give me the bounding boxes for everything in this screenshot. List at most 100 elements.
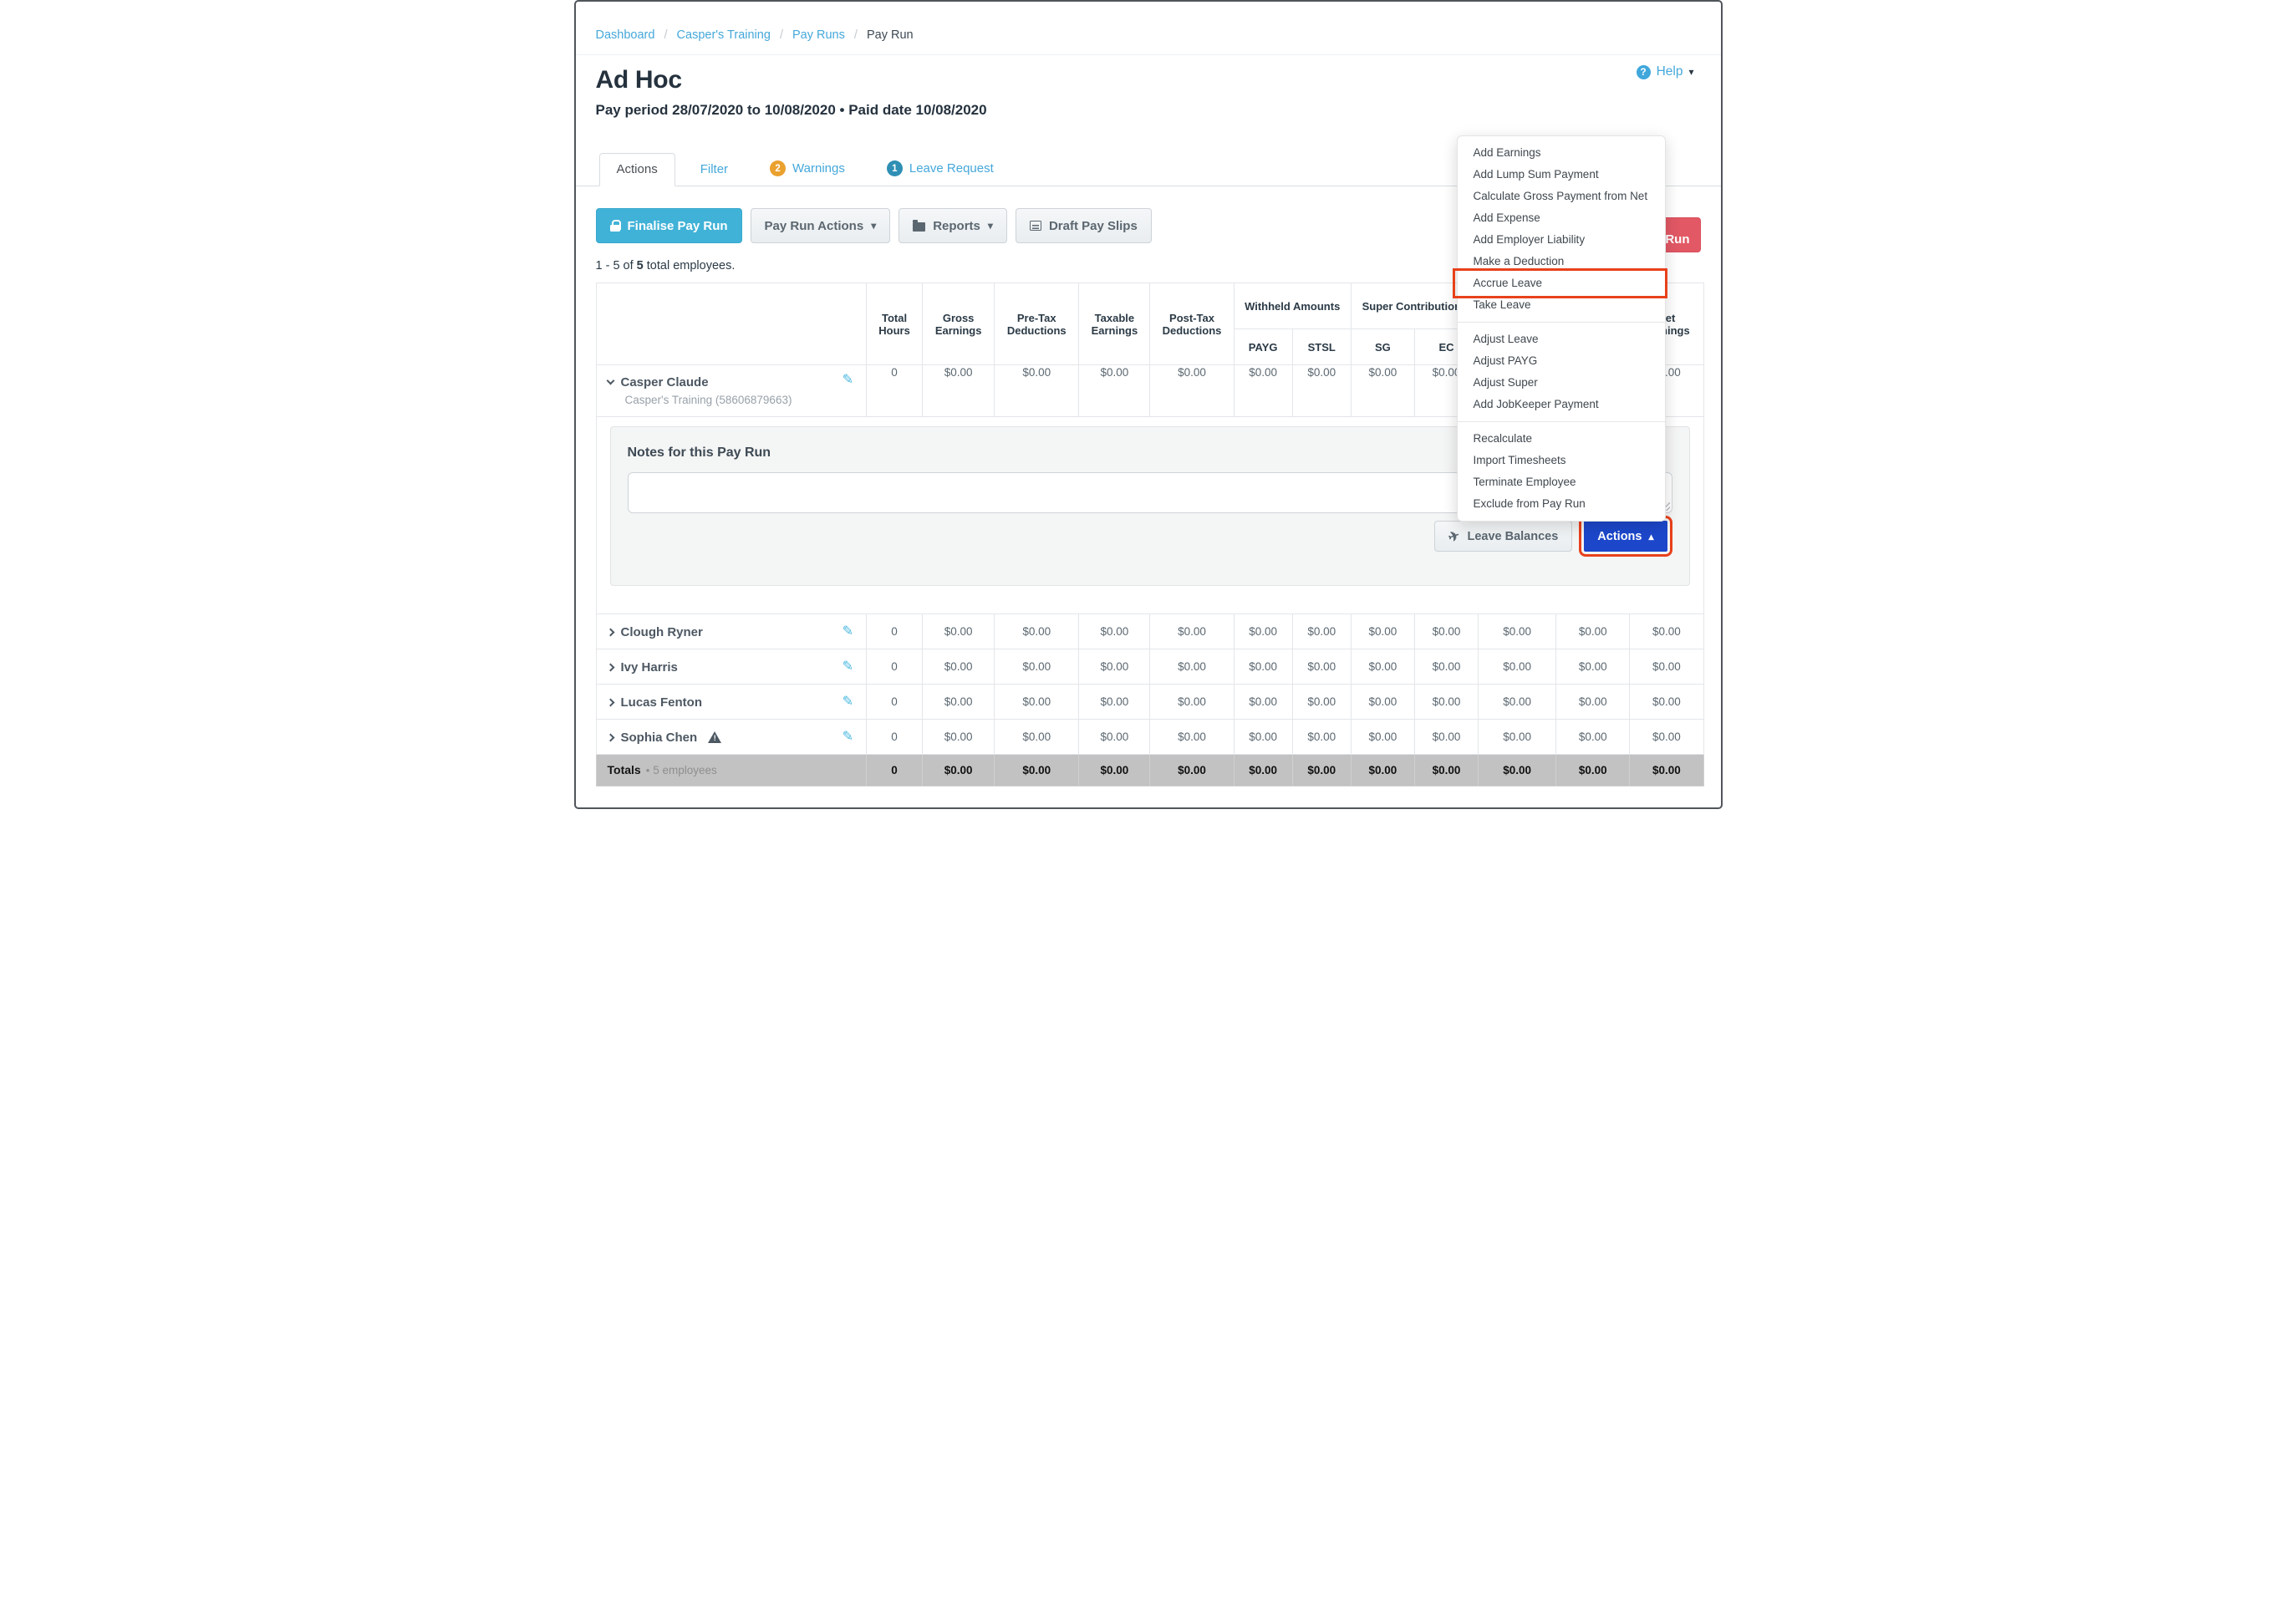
employee-name[interactable]: Ivy Harris — [608, 660, 678, 675]
cell: $0.00 — [1630, 685, 1703, 720]
cell: $0.00 — [1079, 649, 1150, 685]
totals-label: Totals — [608, 763, 641, 776]
cell: $0.00 — [923, 365, 995, 417]
leave-balances-label: Leave Balances — [1467, 530, 1558, 543]
menu-item-recalculate[interactable]: Recalculate — [1458, 428, 1665, 450]
employee-name[interactable]: Lucas Fenton — [608, 695, 703, 710]
lock-icon — [610, 220, 620, 232]
cell: $0.00 — [1234, 685, 1292, 720]
reports-button[interactable]: Reports ▾ — [899, 208, 1007, 243]
help-menu[interactable]: ? Help ▾ — [1637, 64, 1694, 79]
cell: $0.00 — [1351, 614, 1414, 649]
breadcrumb-pay-runs[interactable]: Pay Runs — [792, 28, 845, 42]
menu-item-adjust-super[interactable]: Adjust Super — [1458, 372, 1665, 394]
menu-item-take-leave[interactable]: Take Leave — [1458, 294, 1665, 316]
employee-name[interactable]: Sophia Chen ! — [608, 731, 723, 745]
tab-filter[interactable]: Filter — [684, 154, 745, 186]
edit-pencil-icon[interactable]: ✎ — [843, 658, 853, 675]
cell: $0.00 — [1150, 649, 1234, 685]
cell: $0.00 — [1556, 614, 1630, 649]
tab-actions[interactable]: Actions — [599, 153, 675, 186]
menu-item-add-employer-liability[interactable]: Add Employer Liability — [1458, 229, 1665, 251]
cell: $0.00 — [1292, 720, 1351, 755]
cell: $0.00 — [1479, 720, 1556, 755]
breadcrumb-separator: / — [854, 28, 858, 42]
cell: $0.00 — [1351, 720, 1414, 755]
menu-item-add-expense[interactable]: Add Expense — [1458, 207, 1665, 229]
help-label: Help — [1657, 64, 1683, 79]
leave-balances-button[interactable]: ✈ Leave Balances — [1434, 521, 1572, 552]
menu-divider — [1458, 421, 1665, 422]
chevron-right-icon[interactable] — [606, 663, 614, 671]
reports-label: Reports — [933, 219, 980, 233]
employee-actions-button[interactable]: Actions ▴ — [1584, 521, 1667, 552]
employee-cell: Ivy Harris ✎ — [596, 649, 866, 685]
edit-pencil-icon[interactable]: ✎ — [843, 623, 853, 639]
draft-pay-slips-button[interactable]: Draft Pay Slips — [1016, 208, 1152, 243]
chevron-right-icon[interactable] — [606, 628, 614, 636]
total-cell: $0.00 — [1556, 755, 1630, 787]
totals-label-cell: Totals •5 employees — [596, 755, 866, 787]
chevron-down-icon: ▾ — [1688, 66, 1693, 78]
breadcrumb-dashboard[interactable]: Dashboard — [596, 28, 655, 42]
cell: $0.00 — [1414, 685, 1478, 720]
col-post-tax-deductions: Post-Tax Deductions — [1150, 283, 1234, 365]
cell: $0.00 — [995, 365, 1079, 417]
menu-item-add-jobkeeper-payment[interactable]: Add JobKeeper Payment — [1458, 394, 1665, 415]
cell-total-hours: 0 — [866, 649, 922, 685]
cell: $0.00 — [1414, 720, 1478, 755]
chevron-down-icon[interactable] — [606, 377, 614, 385]
cell: $0.00 — [1150, 365, 1234, 417]
cell: $0.00 — [1150, 685, 1234, 720]
menu-item-accrue-leave[interactable]: Accrue Leave — [1458, 272, 1665, 294]
page-header: Ad Hoc Pay period 28/07/2020 to 10/08/20… — [576, 55, 1721, 119]
cell-total-hours: 0 — [866, 614, 922, 649]
menu-item-import-timesheets[interactable]: Import Timesheets — [1458, 450, 1665, 471]
menu-item-terminate-employee[interactable]: Terminate Employee — [1458, 471, 1665, 493]
cell: $0.00 — [1630, 614, 1703, 649]
help-icon: ? — [1637, 65, 1651, 79]
chevron-right-icon[interactable] — [606, 733, 614, 741]
menu-item-add-lump-sum-payment[interactable]: Add Lump Sum Payment — [1458, 164, 1665, 186]
tab-leave-request[interactable]: 1 Leave Request — [870, 152, 1011, 186]
pay-run-actions-button[interactable]: Pay Run Actions ▾ — [751, 208, 891, 243]
chevron-up-icon: ▴ — [1648, 531, 1653, 542]
cell: $0.00 — [1414, 649, 1478, 685]
breadcrumb-separator: / — [664, 28, 667, 42]
menu-item-adjust-payg[interactable]: Adjust PAYG — [1458, 350, 1665, 372]
cell: $0.00 — [1556, 720, 1630, 755]
cell-total-hours: 0 — [866, 720, 922, 755]
menu-item-make-a-deduction[interactable]: Make a Deduction — [1458, 251, 1665, 272]
totals-employee-count: 5 employees — [653, 764, 717, 776]
edit-pencil-icon[interactable]: ✎ — [843, 728, 853, 745]
document-list-icon — [1030, 221, 1041, 231]
cell: $0.00 — [1630, 649, 1703, 685]
employee-cell: Sophia Chen ! ✎ — [596, 720, 866, 755]
bullet-icon: • — [646, 764, 650, 776]
cell: $0.00 — [1292, 614, 1351, 649]
employee-name-label: Sophia Chen — [621, 731, 698, 745]
cell: $0.00 — [995, 685, 1079, 720]
col-gross-earnings: Gross Earnings — [923, 283, 995, 365]
col-group-withheld-amounts: Withheld Amounts — [1234, 283, 1351, 329]
edit-pencil-icon[interactable]: ✎ — [843, 693, 853, 710]
finalise-label: Finalise Pay Run — [628, 219, 728, 233]
employee-name[interactable]: Clough Ryner — [608, 625, 703, 639]
total-cell: $0.00 — [1630, 755, 1703, 787]
table-row-sophia-chen: Sophia Chen ! ✎ 0 $0.00 $0.00 $0.00 $0.0… — [596, 720, 1703, 755]
tab-warnings[interactable]: 2 Warnings — [753, 152, 862, 186]
menu-item-exclude-from-pay-run[interactable]: Exclude from Pay Run — [1458, 493, 1665, 515]
pay-run-page: Dashboard / Casper's Training / Pay Runs… — [574, 0, 1723, 809]
employee-name[interactable]: Casper Claude — [608, 375, 709, 389]
col-pre-tax-deductions: Pre-Tax Deductions — [995, 283, 1079, 365]
breadcrumb-business[interactable]: Casper's Training — [677, 28, 771, 42]
edit-pencil-icon[interactable]: ✎ — [843, 371, 853, 388]
finalise-pay-run-button[interactable]: Finalise Pay Run — [596, 208, 742, 243]
chevron-right-icon[interactable] — [606, 698, 614, 706]
employee-cell: Lucas Fenton ✎ — [596, 685, 866, 720]
menu-item-add-earnings[interactable]: Add Earnings — [1458, 142, 1665, 164]
menu-item-adjust-leave[interactable]: Adjust Leave — [1458, 328, 1665, 350]
cell: $0.00 — [1079, 614, 1150, 649]
chevron-down-icon: ▾ — [988, 220, 993, 232]
menu-item-calculate-gross-payment-from-net[interactable]: Calculate Gross Payment from Net — [1458, 186, 1665, 207]
